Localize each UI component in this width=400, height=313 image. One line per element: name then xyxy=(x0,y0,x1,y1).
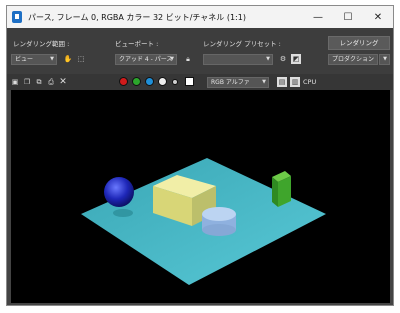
sphere-object xyxy=(104,177,134,207)
column-front xyxy=(272,177,278,207)
close-button[interactable]: ✕ xyxy=(364,6,392,28)
clone-icon[interactable]: ⧉ xyxy=(34,77,44,87)
monochrome-toggle[interactable] xyxy=(172,79,178,85)
alpha-channel-toggle[interactable] xyxy=(158,77,167,86)
auto-region-icon[interactable]: ⬚ xyxy=(76,54,86,64)
chevron-down-icon: ▼ xyxy=(50,56,54,62)
render-area-dropdown[interactable]: ビュー ▼ xyxy=(11,54,57,65)
blue-channel-toggle[interactable] xyxy=(145,77,154,86)
display-toggle-icon[interactable]: ▤ xyxy=(277,77,287,87)
frame-window-icon[interactable]: ▥ xyxy=(290,77,300,87)
clear-icon[interactable]: ✕ xyxy=(58,77,68,87)
production-value: プロダクション xyxy=(332,56,375,63)
save-icon[interactable]: ▣ xyxy=(10,77,20,87)
viewport-dropdown[interactable]: クアッド 4 - パース ▼ xyxy=(115,54,177,65)
cylinder-top xyxy=(202,207,236,221)
chevron-down-icon: ▼ xyxy=(170,56,174,62)
swatch-icon[interactable] xyxy=(185,77,194,86)
cpu-label: CPU xyxy=(303,78,317,86)
production-dropdown[interactable]: プロダクション xyxy=(328,54,378,65)
render-viewport[interactable] xyxy=(11,90,390,303)
chevron-down-icon: ▼ xyxy=(262,79,266,85)
preset-label: レンダリング プリセット : xyxy=(203,40,281,48)
preset-dropdown[interactable]: ▼ xyxy=(203,54,273,65)
minimize-button[interactable]: — xyxy=(304,6,332,28)
render-area-label: レンダリング範囲 : xyxy=(13,40,70,48)
edit-region-icon[interactable]: ✋ xyxy=(63,54,73,64)
render-settings-toolbar: レンダリング範囲 : ビュー ▼ ✋ ⬚ ビューポート : クアッド 4 - パ… xyxy=(7,28,393,74)
viewport-label: ビューポート : xyxy=(115,40,159,48)
print-icon[interactable]: ⎙ xyxy=(46,77,56,87)
render-setup-icon[interactable]: ⚙ xyxy=(278,54,288,64)
channel-dropdown[interactable]: RGB アルファ ▼ xyxy=(207,77,269,88)
copy-icon[interactable]: ❐ xyxy=(22,77,32,87)
viewport-value: クアッド 4 - パース xyxy=(119,56,173,63)
rendered-scene xyxy=(81,158,326,285)
chevron-down-icon: ▼ xyxy=(266,56,270,62)
production-dropdown-arrow[interactable]: ▼ xyxy=(379,54,390,65)
cylinder-bottom xyxy=(202,224,236,236)
render-frame-window: パース, フレーム 0, RGBA カラー 32 ビット/チャネル (1:1) … xyxy=(6,5,394,306)
green-channel-toggle[interactable] xyxy=(132,77,141,86)
lock-icon[interactable]: 🔒︎ xyxy=(183,54,193,64)
title-bar: パース, フレーム 0, RGBA カラー 32 ビット/チャネル (1:1) … xyxy=(7,6,393,28)
environment-icon[interactable]: ◩ xyxy=(291,54,301,64)
sphere-shadow xyxy=(113,209,133,217)
red-channel-toggle[interactable] xyxy=(119,77,128,86)
render-button[interactable]: レンダリング xyxy=(328,36,390,50)
frame-toolbar: ▣ ❐ ⧉ ⎙ ✕ RGB アルファ ▼ ▤ ▥ CPU xyxy=(7,74,393,90)
channel-value: RGB アルファ xyxy=(211,79,250,86)
window-title: パース, フレーム 0, RGBA カラー 32 ビット/チャネル (1:1) xyxy=(28,12,246,22)
app-icon xyxy=(12,11,22,23)
chevron-down-icon: ▼ xyxy=(383,56,387,62)
maximize-button[interactable]: ☐ xyxy=(334,6,362,28)
render-area-value: ビュー xyxy=(15,56,34,63)
